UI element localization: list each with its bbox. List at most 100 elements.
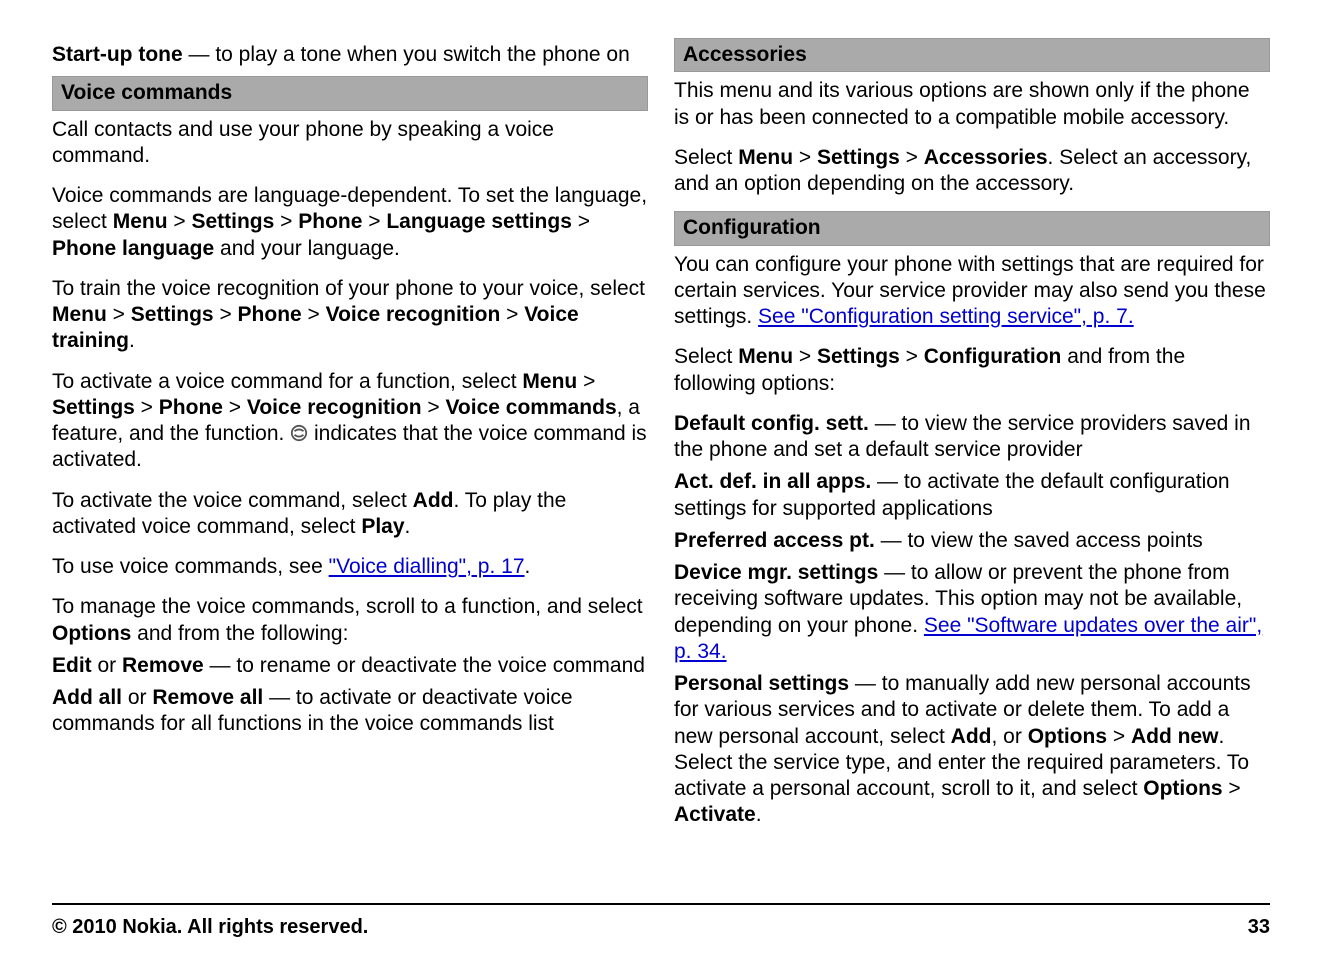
period: . (756, 803, 762, 826)
path-separator: > (362, 210, 386, 233)
default-config-label: Default config. sett. (674, 412, 869, 435)
vc-add-play: To activate the voice command, select Ad… (52, 488, 648, 541)
text: Select (674, 146, 738, 169)
path-separator: > (135, 396, 159, 419)
personal-settings-label: Personal settings (674, 672, 849, 695)
accessories-intro: This menu and its various options are sh… (674, 78, 1270, 131)
path-separator: > (1223, 777, 1241, 800)
device-mgr-item: Device mgr. settings — to allow or preve… (674, 560, 1270, 665)
vc-activate-func: To activate a voice command for a functi… (52, 369, 648, 474)
vc-intro: Call contacts and use your phone by spea… (52, 117, 648, 170)
startup-tone-label: Start-up tone (52, 43, 183, 66)
startup-tone-desc: — to play a tone when you switch the pho… (183, 43, 630, 66)
personal-settings-item: Personal settings — to manually add new … (674, 671, 1270, 829)
period: . (525, 555, 531, 578)
page: Start-up tone — to play a tone when you … (0, 0, 1322, 954)
pref-ap-label: Preferred access pt. (674, 529, 875, 552)
right-column: Accessories This menu and its various op… (674, 38, 1270, 868)
pref-ap-desc: — to view the saved access points (875, 529, 1203, 552)
add-new-bold: Add new (1131, 725, 1219, 748)
vc-manage: To manage the voice commands, scroll to … (52, 594, 648, 647)
path-separator: > (1107, 725, 1131, 748)
path-separator: > (500, 303, 524, 326)
menu-path-settings: Settings (191, 210, 274, 233)
act-def-label: Act. def. in all apps. (674, 470, 871, 493)
period: . (129, 329, 135, 352)
addall-removeall-item: Add all or Remove all — to activate or d… (52, 685, 648, 738)
menu-path-settings: Settings (131, 303, 214, 326)
play-bold: Play (361, 515, 404, 538)
default-config-item: Default config. sett. — to view the serv… (674, 411, 1270, 464)
menu-path-menu: Menu (52, 303, 107, 326)
removeall-bold: Remove all (152, 686, 263, 709)
voice-commands-heading: Voice commands (52, 76, 648, 110)
activate-bold: Activate (674, 803, 756, 826)
menu-path-configuration: Configuration (924, 345, 1062, 368)
menu-path-voicerecog: Voice recognition (247, 396, 422, 419)
config-service-link[interactable]: See "Configuration setting service", p. … (758, 305, 1134, 328)
path-separator: > (302, 303, 326, 326)
menu-path-voicecommands: Voice commands (445, 396, 616, 419)
vc-seealso-pre: To use voice commands, see (52, 555, 329, 578)
remove-bold: Remove (122, 654, 204, 677)
vc-train: To train the voice recognition of your p… (52, 276, 648, 355)
left-column: Start-up tone — to play a tone when you … (52, 38, 648, 868)
menu-path-menu: Menu (522, 370, 577, 393)
add-bold: Add (413, 489, 454, 512)
menu-path-voicerecog: Voice recognition (326, 303, 501, 326)
path-separator: > (168, 210, 192, 233)
vc-add-pre: To activate the voice command, select (52, 489, 413, 512)
vc-manage-post: and from the following: (131, 622, 348, 645)
configuration-heading: Configuration (674, 211, 1270, 245)
path-separator: > (107, 303, 131, 326)
path-separator: > (274, 210, 298, 233)
startup-tone-item: Start-up tone — to play a tone when you … (52, 42, 648, 68)
path-separator: > (422, 396, 446, 419)
path-separator: > (793, 146, 817, 169)
two-column-layout: Start-up tone — to play a tone when you … (52, 38, 1270, 868)
menu-path-phone: Phone (238, 303, 302, 326)
device-mgr-label: Device mgr. settings (674, 561, 878, 584)
path-separator: > (223, 396, 247, 419)
voice-command-indicator-icon (290, 423, 308, 441)
options-bold: Options (1143, 777, 1222, 800)
path-separator: > (900, 146, 924, 169)
path-separator: > (214, 303, 238, 326)
menu-path-accessories: Accessories (924, 146, 1048, 169)
path-separator: > (577, 370, 595, 393)
options-bold: Options (1028, 725, 1107, 748)
vc-train-pre: To train the voice recognition of your p… (52, 277, 645, 300)
addall-bold: Add all (52, 686, 122, 709)
config-intro: You can configure your phone with settin… (674, 252, 1270, 331)
menu-path-settings: Settings (52, 396, 135, 419)
config-path: Select Menu > Settings > Configuration a… (674, 344, 1270, 397)
act-def-item: Act. def. in all apps. — to activate the… (674, 469, 1270, 522)
text: , or (992, 725, 1028, 748)
edit-remove-item: Edit or Remove — to rename or deactivate… (52, 653, 648, 679)
path-separator: > (572, 210, 590, 233)
page-number: 33 (1248, 915, 1270, 940)
or-text: or (92, 654, 122, 677)
vc-activate-pre: To activate a voice command for a functi… (52, 370, 522, 393)
edit-remove-desc: — to rename or deactivate the voice comm… (204, 654, 645, 677)
menu-path-menu: Menu (738, 146, 793, 169)
options-bold: Options (52, 622, 131, 645)
edit-bold: Edit (52, 654, 92, 677)
accessories-path: Select Menu > Settings > Accessories. Se… (674, 145, 1270, 198)
page-footer: © 2010 Nokia. All rights reserved. 33 (52, 903, 1270, 940)
or-text: or (122, 686, 152, 709)
vc-language-post: and your language. (214, 237, 400, 260)
text: Select (674, 345, 738, 368)
menu-path-phone: Phone (298, 210, 362, 233)
add-bold: Add (951, 725, 992, 748)
accessories-heading: Accessories (674, 38, 1270, 72)
menu-path-langsettings: Language settings (386, 210, 572, 233)
vc-seealso: To use voice commands, see "Voice dialli… (52, 554, 648, 580)
voice-dialling-link[interactable]: "Voice dialling", p. 17 (329, 555, 525, 578)
vc-language: Voice commands are language-dependent. T… (52, 183, 648, 262)
menu-path-settings: Settings (817, 345, 900, 368)
path-separator: > (900, 345, 924, 368)
menu-path-phone: Phone (159, 396, 223, 419)
pref-ap-item: Preferred access pt. — to view the saved… (674, 528, 1270, 554)
copyright-text: © 2010 Nokia. All rights reserved. (52, 915, 368, 940)
